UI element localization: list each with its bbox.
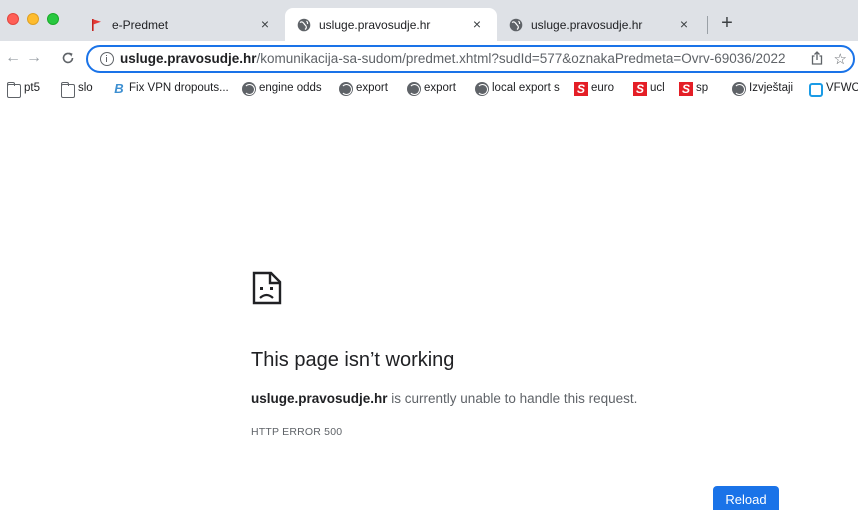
folder-icon (6, 82, 21, 98)
globe-icon (732, 82, 746, 96)
error-page: This page isn’t working usluge.pravosudj… (0, 101, 858, 510)
s-badge-icon: S (633, 82, 647, 96)
tab-title: usluge.pravosudje.hr (319, 18, 431, 32)
bookmark-label: sp (696, 82, 709, 94)
bookmark-label: export (356, 82, 388, 94)
reload-icon[interactable] (58, 48, 78, 68)
url-host: usluge.pravosudje.hr (120, 51, 257, 66)
s-badge-icon: S (574, 82, 588, 96)
vfw-icon (809, 83, 823, 97)
browser-toolbar: ← → usluge.pravosudje.hr/komunikacija-sa… (0, 41, 858, 77)
close-tab-icon[interactable]: × (257, 16, 273, 32)
bookmark-label: VFWC (826, 82, 858, 94)
close-tab-icon[interactable]: × (676, 16, 692, 32)
tab-usluge-active[interactable]: usluge.pravosudje.hr × (285, 8, 497, 41)
tab-title: usluge.pravosudje.hr (531, 18, 643, 32)
s-badge-icon: S (679, 82, 693, 96)
window-minimize-button[interactable] (27, 13, 39, 25)
globe-icon (407, 82, 421, 96)
bookmark-label: local export s (492, 82, 560, 94)
bookmark-label: slo (78, 82, 93, 94)
bookmark-star-icon[interactable]: ☆ (834, 50, 847, 68)
window-close-button[interactable] (7, 13, 19, 25)
close-tab-icon[interactable]: × (469, 16, 485, 32)
tab-e-predmet[interactable]: e-Predmet × (78, 8, 285, 41)
share-icon[interactable] (811, 51, 823, 68)
bookmark-label: pt5 (24, 82, 40, 94)
back-arrow-icon[interactable]: ← (3, 48, 23, 68)
bookmark-label: ucl (650, 82, 665, 94)
error-message: usluge.pravosudje.hr is currently unable… (251, 391, 637, 406)
red-flag-icon (90, 18, 104, 32)
bookmark-label: export (424, 82, 456, 94)
globe-icon (475, 82, 489, 96)
error-code: HTTP ERROR 500 (251, 426, 343, 438)
bookmark-label: euro (591, 82, 615, 94)
url-text[interactable]: usluge.pravosudje.hr/komunikacija-sa-sud… (120, 51, 786, 66)
bookmark-label: Izvještaji (749, 82, 794, 94)
tab-title: e-Predmet (112, 18, 169, 32)
tab-strip: e-Predmet × usluge.pravosudje.hr × uslug… (0, 0, 858, 41)
globe-icon (509, 18, 523, 32)
bookmark-label: Fix VPN dropouts... (129, 82, 229, 94)
info-icon[interactable] (100, 52, 114, 66)
folder-icon (60, 82, 75, 98)
forward-arrow-icon[interactable]: → (24, 48, 44, 68)
globe-icon (297, 18, 311, 32)
sad-page-icon (251, 271, 283, 305)
error-title: This page isn’t working (251, 349, 455, 371)
bookmark-label: engine odds (259, 82, 322, 94)
url-path: /komunikacija-sa-sudom/predmet.xhtml?sud… (256, 51, 786, 66)
new-tab-button[interactable]: + (716, 12, 738, 34)
bookmarks-bar: pt5 slo B Fix VPN dropouts... engine odd… (0, 77, 858, 101)
tab-divider (707, 16, 708, 34)
tab-usluge[interactable]: usluge.pravosudje.hr × (497, 8, 704, 41)
reload-button[interactable]: Reload (713, 486, 779, 510)
address-bar[interactable]: usluge.pravosudje.hr/komunikacija-sa-sud… (86, 45, 855, 73)
window-maximize-button[interactable] (47, 13, 59, 25)
b-icon: B (114, 81, 124, 96)
globe-icon (339, 82, 353, 96)
error-message-text: is currently unable to handle this reque… (387, 391, 638, 406)
globe-icon (242, 82, 256, 96)
error-host: usluge.pravosudje.hr (251, 391, 388, 406)
